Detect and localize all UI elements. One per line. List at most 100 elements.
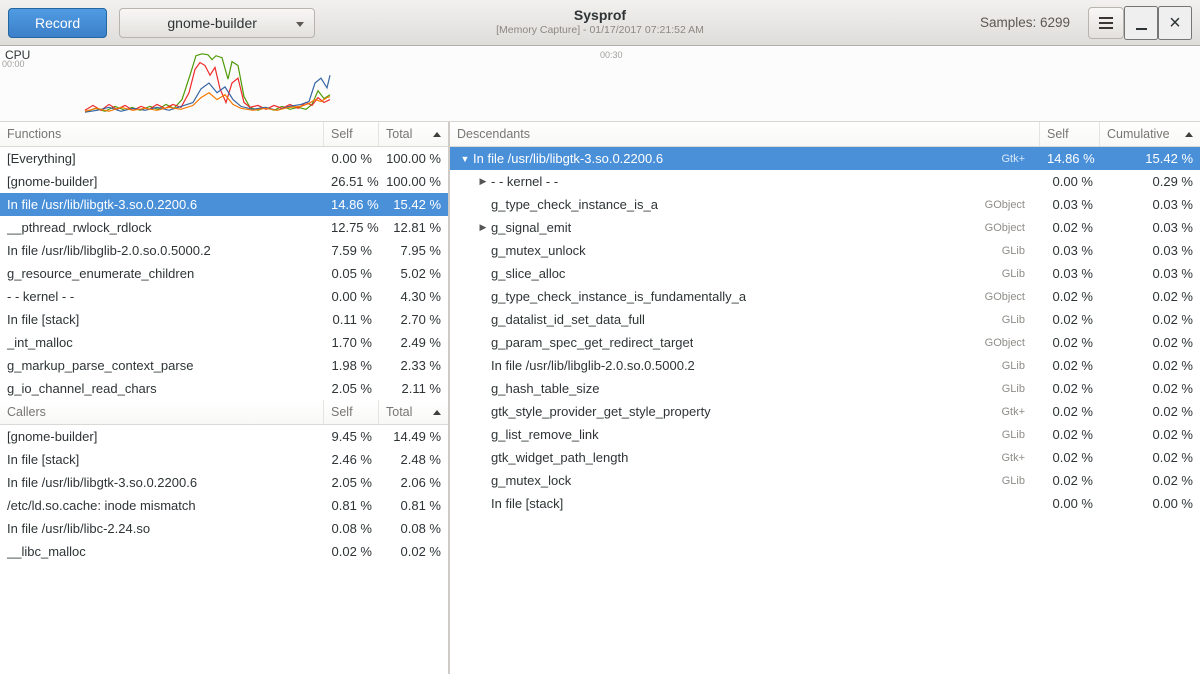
total-value: 2.48 %	[379, 452, 448, 467]
self-value: 0.00 %	[324, 151, 379, 166]
column-header-self[interactable]: Self	[324, 400, 379, 424]
self-value: 14.86 %	[1040, 151, 1100, 166]
self-value: 0.05 %	[324, 266, 379, 281]
time-label-start: 00:00	[2, 59, 25, 69]
table-row[interactable]: ▶ g_signal_emit GObject 0.02 % 0.03 %	[450, 216, 1200, 239]
time-label-mid: 00:30	[600, 50, 623, 60]
table-row[interactable]: g_hash_table_size GLib 0.02 % 0.02 %	[450, 377, 1200, 400]
table-row[interactable]: g_resource_enumerate_children 0.05 % 5.0…	[0, 262, 448, 285]
table-row[interactable]: __pthread_rwlock_rdlock 12.75 % 12.81 %	[0, 216, 448, 239]
record-button[interactable]: Record	[8, 8, 107, 38]
self-value: 7.59 %	[324, 243, 379, 258]
table-row[interactable]: In file /usr/lib/libgtk-3.so.0.2200.6 2.…	[0, 471, 448, 494]
table-row[interactable]: /etc/ld.so.cache: inode mismatch 0.81 % …	[0, 494, 448, 517]
table-row[interactable]: g_io_channel_read_chars 2.05 % 2.11 %	[0, 377, 448, 400]
cumulative-value: 0.02 %	[1100, 381, 1200, 396]
cpu-timeline[interactable]: CPU 00:00 00:30	[0, 46, 1200, 122]
total-value: 4.30 %	[379, 289, 448, 304]
table-row[interactable]: gtk_style_provider_get_style_property Gt…	[450, 400, 1200, 423]
column-header-cumulative[interactable]: Cumulative	[1100, 122, 1200, 146]
cumulative-value: 0.02 %	[1100, 404, 1200, 419]
expander-icon[interactable]: ▼	[457, 154, 473, 164]
table-row[interactable]: _int_malloc 1.70 % 2.49 %	[0, 331, 448, 354]
table-row[interactable]: gtk_widget_path_length Gtk+ 0.02 % 0.02 …	[450, 446, 1200, 469]
cumulative-value: 0.00 %	[1100, 496, 1200, 511]
table-row[interactable]: g_mutex_unlock GLib 0.03 % 0.03 %	[450, 239, 1200, 262]
column-header-total[interactable]: Total	[379, 400, 448, 424]
table-row[interactable]: g_slice_alloc GLib 0.03 % 0.03 %	[450, 262, 1200, 285]
column-header-self[interactable]: Self	[1040, 122, 1100, 146]
column-header-descendants[interactable]: Descendants	[450, 122, 1040, 146]
app-title: Sysprof	[496, 6, 704, 24]
sort-indicator-icon	[433, 410, 441, 415]
table-row[interactable]: ▼ In file /usr/lib/libgtk-3.so.0.2200.6 …	[450, 147, 1200, 170]
process-selector-button[interactable]: gnome-builder	[119, 8, 315, 38]
function-name: ▶ - - kernel - -	[450, 174, 1040, 189]
table-row[interactable]: In file /usr/lib/libglib-2.0.so.0.5000.2…	[450, 354, 1200, 377]
library-tag: GObject	[973, 199, 1033, 211]
app-subtitle: [Memory Capture] - 01/17/2017 07:21:52 A…	[496, 24, 704, 37]
function-name: __libc_malloc	[0, 544, 324, 559]
self-value: 1.70 %	[324, 335, 379, 350]
close-button[interactable]: ×	[1158, 6, 1192, 40]
sysprof-window: Record gnome-builder Sysprof [Memory Cap…	[0, 0, 1200, 674]
table-row[interactable]: g_mutex_lock GLib 0.02 % 0.02 %	[450, 469, 1200, 492]
menu-button[interactable]	[1088, 7, 1124, 39]
table-row[interactable]: [gnome-builder] 26.51 % 100.00 %	[0, 170, 448, 193]
function-name: In file [stack]	[0, 452, 324, 467]
function-name: g_datalist_id_set_data_full GLib	[450, 312, 1040, 327]
column-header-self[interactable]: Self	[324, 122, 379, 146]
table-row[interactable]: g_markup_parse_context_parse 1.98 % 2.33…	[0, 354, 448, 377]
column-header-functions[interactable]: Functions	[0, 122, 324, 146]
minimize-button[interactable]	[1124, 6, 1158, 40]
library-tag: GLib	[990, 475, 1033, 487]
library-tag: GLib	[990, 314, 1033, 326]
library-tag: GObject	[973, 291, 1033, 303]
column-header-total[interactable]: Total	[379, 122, 448, 146]
function-name: - - kernel - -	[0, 289, 324, 304]
table-row[interactable]: g_type_check_instance_is_fundamentally_a…	[450, 285, 1200, 308]
table-row[interactable]: In file /usr/lib/libglib-2.0.so.0.5000.2…	[0, 239, 448, 262]
expander-icon[interactable]: ▶	[475, 222, 491, 233]
table-row[interactable]: ▶ - - kernel - - 0.00 % 0.29 %	[450, 170, 1200, 193]
table-row[interactable]: - - kernel - - 0.00 % 4.30 %	[0, 285, 448, 308]
function-name: /etc/ld.so.cache: inode mismatch	[0, 498, 324, 513]
cumulative-value: 0.03 %	[1100, 197, 1200, 212]
left-pane: Functions Self Total [Everything] 0.00 %…	[0, 122, 448, 674]
main-area: Functions Self Total [Everything] 0.00 %…	[0, 122, 1200, 674]
table-row[interactable]: g_param_spec_get_redirect_target GObject…	[450, 331, 1200, 354]
table-row[interactable]: [Everything] 0.00 % 100.00 %	[0, 147, 448, 170]
table-row[interactable]: g_datalist_id_set_data_full GLib 0.02 % …	[450, 308, 1200, 331]
table-row[interactable]: __libc_malloc 0.02 % 0.02 %	[0, 540, 448, 563]
total-value: 12.81 %	[379, 220, 448, 235]
self-value: 0.00 %	[324, 289, 379, 304]
table-row[interactable]: In file [stack] 0.00 % 0.00 %	[450, 492, 1200, 515]
table-row[interactable]: [gnome-builder] 9.45 % 14.49 %	[0, 425, 448, 448]
self-value: 0.02 %	[1040, 220, 1100, 235]
self-value: 0.02 %	[324, 544, 379, 559]
library-tag: GLib	[990, 245, 1033, 257]
function-name: g_markup_parse_context_parse	[0, 358, 324, 373]
library-tag: GLib	[990, 360, 1033, 372]
self-value: 0.00 %	[1040, 496, 1100, 511]
cumulative-value: 0.03 %	[1100, 220, 1200, 235]
total-value: 2.70 %	[379, 312, 448, 327]
table-row[interactable]: In file /usr/lib/libc-2.24.so 0.08 % 0.0…	[0, 517, 448, 540]
self-value: 0.02 %	[1040, 473, 1100, 488]
function-name: ▶ g_signal_emit GObject	[450, 220, 1040, 235]
total-value: 0.02 %	[379, 544, 448, 559]
sort-indicator-icon	[1185, 132, 1193, 137]
function-name: g_param_spec_get_redirect_target GObject	[450, 335, 1040, 350]
expander-icon[interactable]: ▶	[475, 176, 491, 187]
header-right: Samples: 6299 ×	[980, 6, 1192, 40]
table-row[interactable]: In file [stack] 2.46 % 2.48 %	[0, 448, 448, 471]
table-row[interactable]: g_list_remove_link GLib 0.02 % 0.02 %	[450, 423, 1200, 446]
function-name: g_hash_table_size GLib	[450, 381, 1040, 396]
function-name: g_slice_alloc GLib	[450, 266, 1040, 281]
table-row[interactable]: In file /usr/lib/libgtk-3.so.0.2200.6 14…	[0, 193, 448, 216]
table-row[interactable]: g_type_check_instance_is_a GObject 0.03 …	[450, 193, 1200, 216]
self-value: 0.08 %	[324, 521, 379, 536]
column-header-callers[interactable]: Callers	[0, 400, 324, 424]
table-row[interactable]: In file [stack] 0.11 % 2.70 %	[0, 308, 448, 331]
function-name: g_type_check_instance_is_a GObject	[450, 197, 1040, 212]
